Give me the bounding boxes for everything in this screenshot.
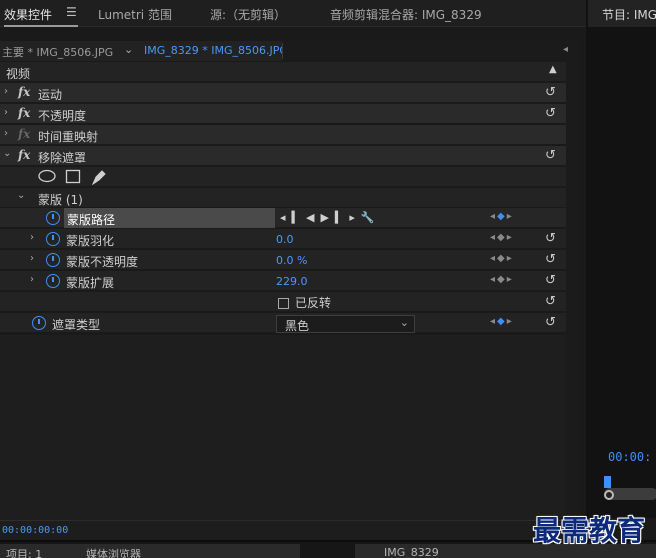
keyframe-navigator[interactable]: ◂◆▸: [490, 274, 514, 285]
expand-icon[interactable]: ›: [4, 107, 8, 118]
matte-type-dropdown[interactable]: 黑色 ⌄: [276, 315, 415, 333]
collapse-icon[interactable]: ⌄: [17, 190, 25, 201]
stopwatch-icon[interactable]: [46, 211, 60, 225]
expand-icon[interactable]: ›: [30, 232, 34, 243]
expand-icon[interactable]: ›: [4, 128, 8, 139]
collapse-up-icon[interactable]: ▲: [549, 64, 557, 75]
keyframe-navigator[interactable]: ◂◆▸: [490, 232, 514, 243]
rectangle-mask-icon[interactable]: [65, 169, 81, 185]
mask-path-label: 蒙版路径: [67, 213, 116, 227]
zoom-scroll-handle-icon[interactable]: [604, 490, 614, 500]
mask-expansion-row[interactable]: › 蒙版扩展 229.0 ◂◆▸ ↺: [0, 271, 566, 291]
program-monitor-panel: 节目: IMG_ 00:00:: [586, 0, 656, 518]
effect-opacity-label: 不透明度: [38, 109, 87, 123]
effect-remove-matte-label: 移除遮罩: [38, 151, 87, 165]
matte-type-label: 遮罩类型: [52, 318, 101, 332]
tab-audio-clip-mixer[interactable]: 音频剪辑混合器: IMG_8329: [330, 6, 482, 23]
chevron-down-icon: ⌄: [399, 316, 409, 329]
mask-tracking-controls: ◂▍◀▶▍▸🔧: [280, 211, 381, 224]
stopwatch-icon[interactable]: [46, 274, 60, 288]
reset-icon[interactable]: ↺: [545, 106, 556, 121]
reset-icon[interactable]: ↺: [545, 252, 556, 267]
tab-source[interactable]: 源:（无剪辑）: [210, 6, 286, 23]
reset-icon[interactable]: ↺: [545, 273, 556, 288]
video-section-header: 视频 ▲: [0, 62, 566, 82]
expand-icon[interactable]: ›: [4, 86, 8, 97]
timeline-header: [282, 41, 578, 61]
matte-type-selected: 黑色: [285, 319, 310, 333]
mask-path-label-highlight[interactable]: 蒙版路径: [64, 208, 275, 228]
reset-icon[interactable]: ↺: [545, 315, 556, 330]
fx-toggle-icon[interactable]: fx: [18, 85, 30, 99]
program-monitor-timecode[interactable]: 00:00:: [608, 450, 651, 464]
effect-time-remap-label: 时间重映射: [38, 130, 99, 144]
mask-feather-value[interactable]: 0.0: [276, 233, 294, 246]
program-monitor-title[interactable]: 节目: IMG_: [602, 6, 656, 23]
expand-icon[interactable]: ›: [30, 274, 34, 285]
video-section-label: 视频: [6, 67, 31, 81]
reset-icon[interactable]: ↺: [545, 148, 556, 163]
track-forward-frame-icon[interactable]: ▶: [320, 211, 334, 224]
chevron-down-icon[interactable]: ⌄: [124, 43, 133, 56]
track-backward-frame-icon[interactable]: ◀: [306, 211, 320, 224]
ellipse-mask-icon[interactable]: [37, 169, 57, 183]
mask-expansion-value[interactable]: 229.0: [276, 275, 308, 288]
watermark-logo: 最需教育: [533, 514, 646, 547]
tab-project[interactable]: 项目: 1: [6, 546, 42, 558]
mask-opacity-label: 蒙版不透明度: [66, 255, 139, 269]
mask-opacity-row[interactable]: › 蒙版不透明度 0.0 % ◂◆▸ ↺: [0, 250, 566, 270]
mask-opacity-value[interactable]: 0.0 %: [276, 254, 307, 267]
sequence-clip-label[interactable]: IMG_8329 * IMG_8506.JPG: [144, 44, 288, 57]
reset-icon[interactable]: ↺: [545, 231, 556, 246]
timeline-area[interactable]: [566, 61, 578, 520]
inverted-label: 已反转: [295, 296, 332, 310]
effect-row-time-remap[interactable]: › fx 时间重映射: [0, 125, 566, 145]
fx-disabled-icon: fx: [18, 127, 31, 141]
tab-media-browser[interactable]: 媒体浏览器: [86, 546, 141, 558]
mask-group-header[interactable]: ⌄ 蒙版 (1): [0, 188, 566, 208]
clip-selector-bar: 主要 * IMG_8506.JPG ⌄ IMG_8329 * IMG_8506.…: [0, 41, 578, 61]
playhead-icon[interactable]: [604, 476, 611, 488]
tab-effect-controls[interactable]: 效果控件: [4, 6, 52, 23]
effect-row-remove-matte[interactable]: ⌄ fx 移除遮罩 ↺: [0, 146, 566, 166]
effect-controls-footer: 00:00:00:00: [0, 520, 586, 540]
effect-motion-label: 运动: [38, 88, 63, 102]
master-clip-label[interactable]: 主要 * IMG_8506.JPG: [2, 44, 113, 60]
fx-toggle-icon[interactable]: fx: [18, 106, 30, 120]
current-timecode[interactable]: 00:00:00:00: [2, 525, 68, 536]
effect-row-motion[interactable]: › fx 运动 ↺: [0, 83, 566, 103]
expand-icon[interactable]: ›: [30, 253, 34, 264]
program-monitor-viewer[interactable]: [588, 27, 656, 518]
timeline-end-marker-icon: ◂: [563, 44, 569, 55]
tab-sequence[interactable]: IMG_8329: [384, 546, 439, 558]
mask-shape-tools: [0, 167, 566, 187]
stopwatch-icon[interactable]: [46, 253, 60, 267]
keyframe-navigator[interactable]: ◂◆▸: [490, 316, 514, 327]
active-tab-indicator: [4, 25, 78, 27]
mask-feather-row[interactable]: › 蒙版羽化 0.0 ◂◆▸ ↺: [0, 229, 566, 249]
fx-toggle-icon[interactable]: fx: [18, 148, 30, 162]
divider: [282, 43, 283, 59]
reset-icon[interactable]: ↺: [545, 85, 556, 100]
keyframe-navigator[interactable]: ◂◆▸: [490, 253, 514, 264]
stopwatch-icon[interactable]: [32, 316, 46, 330]
effect-controls-empty-area: [0, 335, 566, 520]
panel-menu-icon[interactable]: ☰: [66, 5, 77, 19]
project-panel-tab-area: [0, 544, 300, 558]
track-forward-icon[interactable]: ▍▸: [335, 211, 361, 224]
mask-feather-label: 蒙版羽化: [66, 234, 115, 248]
effect-row-opacity[interactable]: › fx 不透明度 ↺: [0, 104, 566, 124]
reset-icon[interactable]: ↺: [545, 294, 556, 309]
inverted-checkbox[interactable]: [278, 298, 289, 309]
panel-tab-bar: 效果控件 ☰ Lumetri 范围 源:（无剪辑） 音频剪辑混合器: IMG_8…: [0, 0, 586, 27]
mask-group-label: 蒙版 (1): [38, 193, 83, 207]
stopwatch-icon[interactable]: [46, 232, 60, 246]
wrench-icon[interactable]: 🔧: [361, 211, 381, 224]
track-backward-icon[interactable]: ◂▍: [280, 211, 306, 224]
keyframe-navigator[interactable]: ◂◆▸: [490, 211, 514, 222]
collapse-icon[interactable]: ⌄: [3, 148, 11, 159]
tab-lumetri-scopes[interactable]: Lumetri 范围: [98, 6, 172, 23]
mask-expansion-label: 蒙版扩展: [66, 276, 115, 290]
pen-mask-icon[interactable]: [91, 169, 107, 185]
